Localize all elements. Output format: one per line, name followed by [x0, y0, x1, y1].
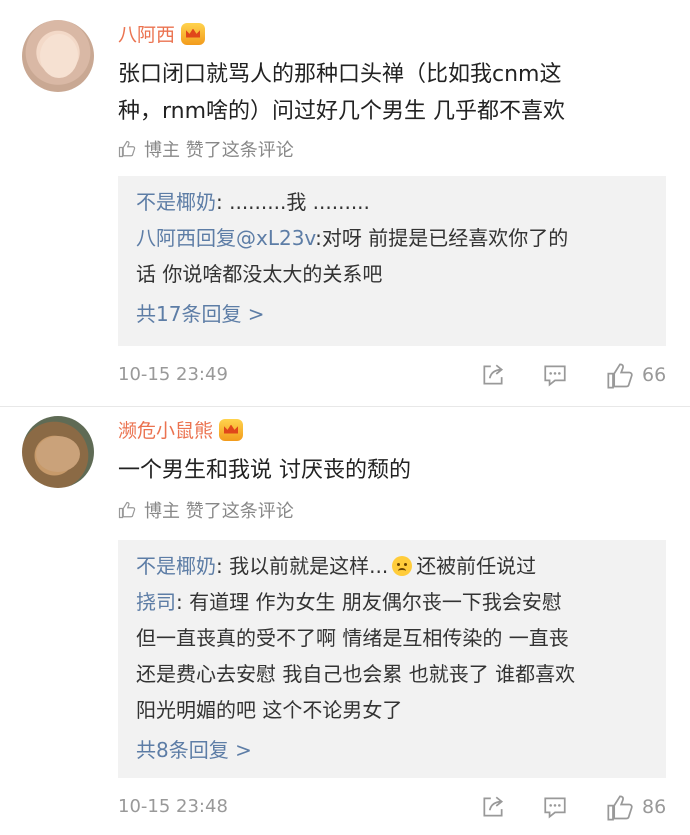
username-text[interactable]: 八阿西: [118, 20, 175, 47]
repost-icon[interactable]: [480, 362, 506, 388]
reply-sep: :: [176, 590, 190, 614]
reply-text: 还是费心去安慰 我自己也会累 也就丧了 谁都喜欢: [136, 662, 576, 686]
username-text[interactable]: 濒危小鼠熊: [118, 416, 213, 443]
author-liked-label: 博主 赞了这条评论: [118, 497, 294, 523]
comment-username[interactable]: 八阿西: [118, 20, 206, 47]
comment-meta: 10-15 23:49 66: [118, 362, 666, 392]
reply-text: 阳光明媚的吧 这个不论男女了: [136, 698, 403, 722]
thumb-up-icon[interactable]: [606, 794, 634, 822]
reply-text: 我以前就是这样...: [229, 554, 389, 578]
divider: [0, 406, 690, 407]
reply-sep: :: [216, 190, 230, 214]
reply-box: 不是椰奶: 我以前就是这样... 还被前任说过 挠司: 有道理 作为女生 朋友偶尔…: [118, 540, 666, 778]
reply-item[interactable]: 不是椰奶: .........我 .........: [136, 184, 648, 220]
thumb-up-icon: [118, 501, 136, 519]
reply-box: 不是椰奶: .........我 ......... 八阿西回复@xL23v:对…: [118, 176, 666, 346]
comment-text-line: 一个男生和我说 讨厌丧的颓的: [118, 458, 411, 483]
reply-text: .........我 .........: [229, 190, 370, 214]
reply-sep: :: [216, 554, 230, 578]
reply-item[interactable]: 挠司: 有道理 作为女生 朋友偶尔丧一下我会安慰但一直丧真的受不了啊 情绪是互相…: [136, 584, 648, 728]
more-replies-link[interactable]: 共17条回复 >: [136, 296, 648, 332]
reply-sep: :: [315, 226, 322, 250]
timestamp: 10-15 23:48: [118, 796, 228, 817]
worried-face-emoji: [392, 556, 413, 576]
liked-text: 博主 赞了这条评论: [144, 140, 294, 161]
comment-username[interactable]: 濒危小鼠熊: [118, 416, 244, 443]
repost-icon[interactable]: [480, 794, 506, 820]
comment-text-line: 张口闭口就骂人的那种口头禅（比如我cnm这: [118, 62, 562, 87]
timestamp: 10-15 23:49: [118, 364, 228, 385]
reply-text: 但一直丧真的受不了啊 情绪是互相传染的 一直丧: [136, 626, 569, 650]
thumb-up-icon[interactable]: [606, 362, 634, 390]
reply-author[interactable]: 不是椰奶: [136, 190, 216, 214]
liked-text: 博主 赞了这条评论: [144, 501, 294, 522]
comment-text-line: 种，rnm啥的）问过好几个男生 几乎都不喜欢: [118, 99, 566, 124]
reply-author[interactable]: 挠司: [136, 590, 176, 614]
reply-item[interactable]: 不是椰奶: 我以前就是这样... 还被前任说过: [136, 548, 648, 584]
reply-text: 还被前任说过: [416, 554, 537, 578]
crown-badge-icon: [181, 22, 206, 45]
like-count: 86: [642, 796, 667, 818]
reply-item[interactable]: 八阿西回复@xL23v:对呀 前提是已经喜欢你了的话 你说啥都没太大的关系吧: [136, 220, 648, 292]
comment-text: 一个男生和我说 讨厌丧的颓的: [118, 452, 658, 489]
reply-text: 有道理 作为女生 朋友偶尔丧一下我会安慰: [189, 590, 562, 614]
crown-badge-icon: [219, 418, 244, 441]
more-replies-link[interactable]: 共8条回复 >: [136, 732, 648, 768]
thumb-up-icon: [118, 140, 136, 158]
reply-author[interactable]: 不是椰奶: [136, 554, 216, 578]
comment-icon[interactable]: [542, 794, 568, 820]
comment-text: 张口闭口就骂人的那种口头禅（比如我cnm这 种，rnm啥的）问过好几个男生 几乎…: [118, 56, 658, 130]
reply-author[interactable]: 八阿西回复@xL23v: [136, 226, 315, 250]
comment-icon[interactable]: [542, 362, 568, 388]
author-liked-label: 博主 赞了这条评论: [118, 136, 294, 162]
reply-text: 对呀 前提是已经喜欢你了的: [321, 226, 569, 250]
comment-meta: 10-15 23:48 86: [118, 794, 666, 824]
avatar[interactable]: [22, 416, 94, 488]
reply-text: 话 你说啥都没太大的关系吧: [136, 262, 383, 286]
avatar[interactable]: [22, 20, 94, 92]
like-count: 66: [642, 364, 667, 386]
